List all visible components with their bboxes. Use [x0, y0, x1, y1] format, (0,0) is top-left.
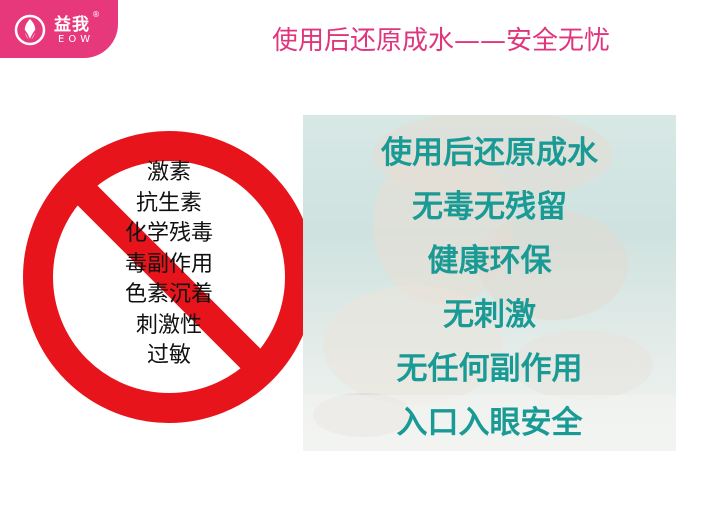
prohibited-item: 色素沉着 — [124, 282, 213, 307]
prohibited-item: 毒副作用 — [124, 251, 213, 277]
prohibited-item: 激素 — [146, 160, 191, 185]
benefit-item: 入口入眼安全 — [396, 405, 583, 441]
benefit-item: 健康环保 — [427, 243, 552, 279]
benefit-item: 使用后还原成水 — [381, 135, 598, 171]
prohibited-item: 刺激性 — [135, 312, 202, 338]
benefit-item: 无刺激 — [443, 297, 536, 333]
registered-mark: ® — [92, 10, 100, 19]
benefits-list: 使用后还原成水 无毒无残留 健康环保 无刺激 无任何副作用 入口入眼安全 — [303, 126, 676, 450]
eow-logo-icon — [14, 14, 46, 46]
benefit-item: 无任何副作用 — [396, 351, 583, 387]
prohibited-item: 过敏 — [146, 343, 191, 368]
brand-name: 益我 — [54, 15, 90, 35]
prohibited-ingredients-list: 激素 抗生素 化学残毒 毒副作用 色素沉着 刺激性 过敏 — [20, 158, 318, 372]
brand-latin-name: EOW — [58, 34, 95, 45]
brand-logo-tab: 益我 ® EOW — [0, 0, 118, 58]
prohibited-item: 抗生素 — [135, 190, 202, 216]
prohibited-item: 化学残毒 — [124, 221, 213, 246]
page-title: 使用后还原成水——安全无忧 — [272, 26, 611, 56]
benefit-item: 无毒无残留 — [412, 189, 567, 225]
